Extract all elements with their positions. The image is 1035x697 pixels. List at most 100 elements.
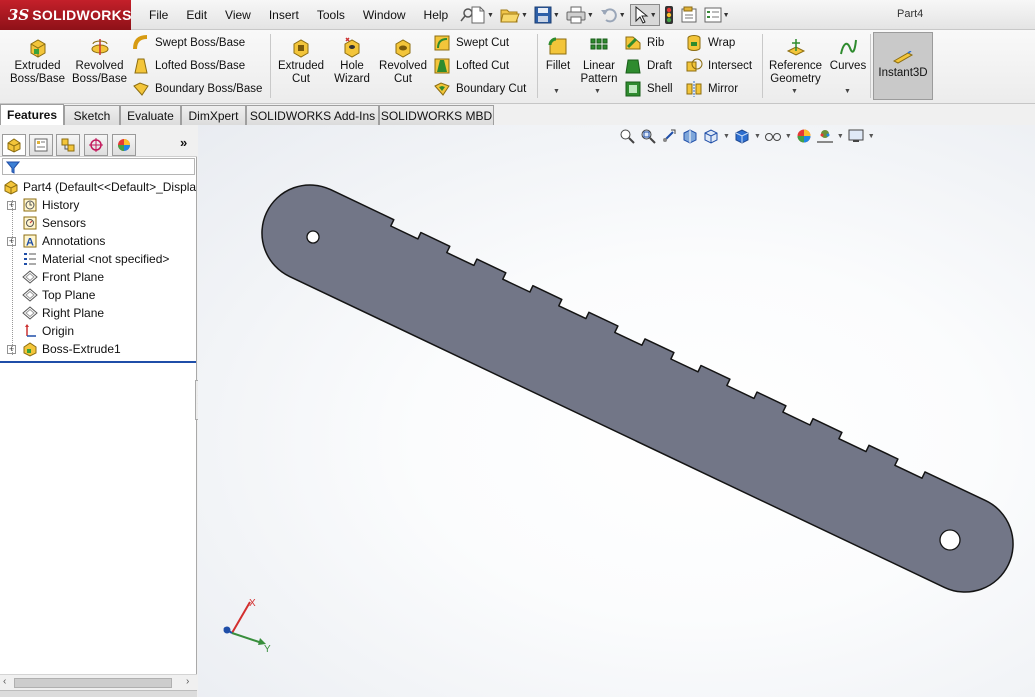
scroll-right-arrow-icon[interactable]: › — [186, 676, 189, 687]
tree-root-part[interactable]: Part4 (Default<<Default>_Displa — [0, 178, 197, 196]
lofted-boss-button[interactable]: Lofted Boss/Base — [132, 56, 245, 76]
tab-evaluate[interactable]: Evaluate — [120, 105, 181, 125]
mirror-icon — [686, 81, 702, 97]
swept-boss-icon — [133, 35, 148, 50]
tree-item-sensors[interactable]: Sensors — [0, 214, 197, 232]
fillet-label: Fillet — [545, 60, 571, 72]
tree-item-annotations[interactable]: + A Annotations — [0, 232, 197, 250]
mounting-hole[interactable] — [939, 529, 961, 551]
scroll-left-arrow-icon[interactable]: ‹ — [3, 676, 6, 687]
swept-cut-button[interactable]: Swept Cut — [433, 33, 509, 53]
dimxpertmanager-tab[interactable] — [84, 134, 108, 156]
boundary-cut-button[interactable]: Boundary Cut — [433, 79, 526, 99]
instant3d-label: Instant3D — [878, 67, 928, 79]
curves-button[interactable]: Curves — [828, 36, 868, 73]
history-icon — [23, 198, 37, 212]
triad-z-arrow-icon — [223, 626, 231, 634]
file-properties-button[interactable] — [678, 4, 700, 26]
hole-wizard-label: Hole Wizard — [334, 60, 370, 85]
scrollbar-thumb[interactable] — [14, 678, 172, 688]
instant3d-icon — [892, 51, 914, 64]
undo-button[interactable]: ▼ — [598, 4, 628, 26]
open-document-button[interactable]: ▼ — [498, 4, 530, 26]
sensor-icon — [23, 216, 37, 230]
logo-ds-mark: 3S — [8, 6, 30, 24]
shell-button[interactable]: Shell — [624, 79, 673, 99]
propertymanager-tab[interactable] — [29, 134, 53, 156]
menu-tools[interactable]: Tools — [308, 8, 354, 22]
traffic-light-icon — [664, 6, 673, 24]
tree-item-boss-extrude1[interactable]: + Boss-Extrude1 — [0, 340, 197, 358]
configurationmanager-tab[interactable] — [56, 134, 80, 156]
new-document-icon — [471, 6, 485, 24]
logo-text: SOLIDWORKS — [32, 7, 132, 23]
menu-view[interactable]: View — [216, 8, 260, 22]
hole-wizard-button[interactable]: Hole Wizard — [330, 36, 374, 86]
menu-insert[interactable]: Insert — [260, 8, 308, 22]
featuremanager-tab[interactable] — [2, 134, 26, 156]
orientation-triad: X Y — [223, 598, 271, 655]
tab-features[interactable]: Features — [0, 104, 64, 125]
tab-dimxpert[interactable]: DimXpert — [181, 105, 246, 125]
tree-item-label: Boss-Extrude1 — [42, 342, 121, 356]
print-button[interactable]: ▼ — [564, 4, 596, 26]
extruded-boss-button[interactable]: Extruded Boss/Base — [9, 36, 66, 86]
save-button[interactable]: ▼ — [532, 4, 562, 26]
extruded-cut-button[interactable]: Extruded Cut — [275, 36, 327, 86]
menu-edit[interactable]: Edit — [177, 8, 216, 22]
lofted-boss-icon — [134, 58, 148, 74]
reference-geometry-dropdown[interactable]: ▼ — [791, 88, 798, 95]
part-body-face[interactable] — [261, 184, 1014, 593]
feature-tree-horizontal-scrollbar[interactable]: ‹ › — [0, 674, 197, 690]
graphics-area[interactable]: ▼ ▼ ▼ ▼ ▼ X Y — [198, 125, 1035, 697]
boundary-boss-button[interactable]: Boundary Boss/Base — [132, 79, 262, 99]
solidworks-logo[interactable]: 3S SOLIDWORKS — [0, 0, 131, 30]
command-manager-ribbon: Extruded Boss/Base Revolved Boss/Base Sw… — [0, 30, 1035, 104]
title-bar: 3S SOLIDWORKS File Edit View Insert Tool… — [0, 0, 1035, 30]
menu-file[interactable]: File — [140, 8, 177, 22]
ribbon-separator — [270, 34, 271, 98]
tree-item-material[interactable]: Material <not specified> — [0, 250, 197, 268]
rebuild-button[interactable] — [662, 4, 676, 26]
displaymanager-tab[interactable] — [112, 134, 136, 156]
options-button[interactable]: ▼ — [702, 4, 732, 26]
mirror-button[interactable]: Mirror — [685, 79, 738, 99]
tree-item-origin[interactable]: Origin — [0, 322, 197, 340]
tab-solidworks-add-ins[interactable]: SOLIDWORKS Add-Ins — [246, 105, 379, 125]
tree-item-right-plane[interactable]: Right Plane — [0, 304, 197, 322]
rollback-bar[interactable] — [0, 361, 196, 363]
fillet-button[interactable]: Fillet — [541, 36, 575, 73]
lofted-cut-label: Lofted Cut — [456, 60, 510, 72]
fillet-dropdown[interactable]: ▼ — [553, 88, 560, 95]
revolved-cut-button[interactable]: Revolved Cut — [377, 36, 429, 86]
tree-filter-box[interactable] — [2, 158, 195, 175]
linear-pattern-dropdown[interactable]: ▼ — [594, 88, 601, 95]
reference-geometry-button[interactable]: Reference Geometry — [767, 36, 824, 86]
tree-item-front-plane[interactable]: Front Plane — [0, 268, 197, 286]
fillet-icon — [548, 37, 567, 55]
swept-boss-button[interactable]: Swept Boss/Base — [132, 33, 245, 53]
rib-button[interactable]: Rib — [624, 33, 664, 53]
tab-solidworks-mbd[interactable]: SOLIDWORKS MBD — [379, 105, 494, 125]
linear-pattern-button[interactable]: Linear Pattern — [578, 36, 620, 86]
tree-item-top-plane[interactable]: Top Plane — [0, 286, 197, 304]
curves-dropdown[interactable]: ▼ — [844, 88, 851, 95]
material-icon — [24, 253, 36, 265]
part-model-svg[interactable] — [198, 125, 1035, 697]
revolved-boss-button[interactable]: Revolved Boss/Base — [71, 36, 128, 86]
instant3d-button[interactable]: Instant3D — [873, 32, 933, 100]
lofted-cut-button[interactable]: Lofted Cut — [433, 56, 509, 76]
new-document-button[interactable]: ▼ — [468, 4, 496, 26]
menu-window[interactable]: Window — [354, 8, 415, 22]
tree-item-history[interactable]: + History — [0, 196, 197, 214]
wrap-button[interactable]: Wrap — [685, 33, 735, 53]
intersect-button[interactable]: Intersect — [685, 56, 752, 76]
mounting-hole[interactable] — [306, 230, 320, 244]
intersect-icon — [686, 58, 703, 72]
folder-open-icon — [500, 9, 520, 23]
more-tabs-chevron-icon[interactable]: » — [180, 135, 187, 150]
tab-sketch[interactable]: Sketch — [64, 105, 120, 125]
draft-button[interactable]: Draft — [624, 56, 672, 76]
select-button[interactable]: ▼ — [629, 4, 660, 26]
menu-help[interactable]: Help — [415, 8, 458, 22]
